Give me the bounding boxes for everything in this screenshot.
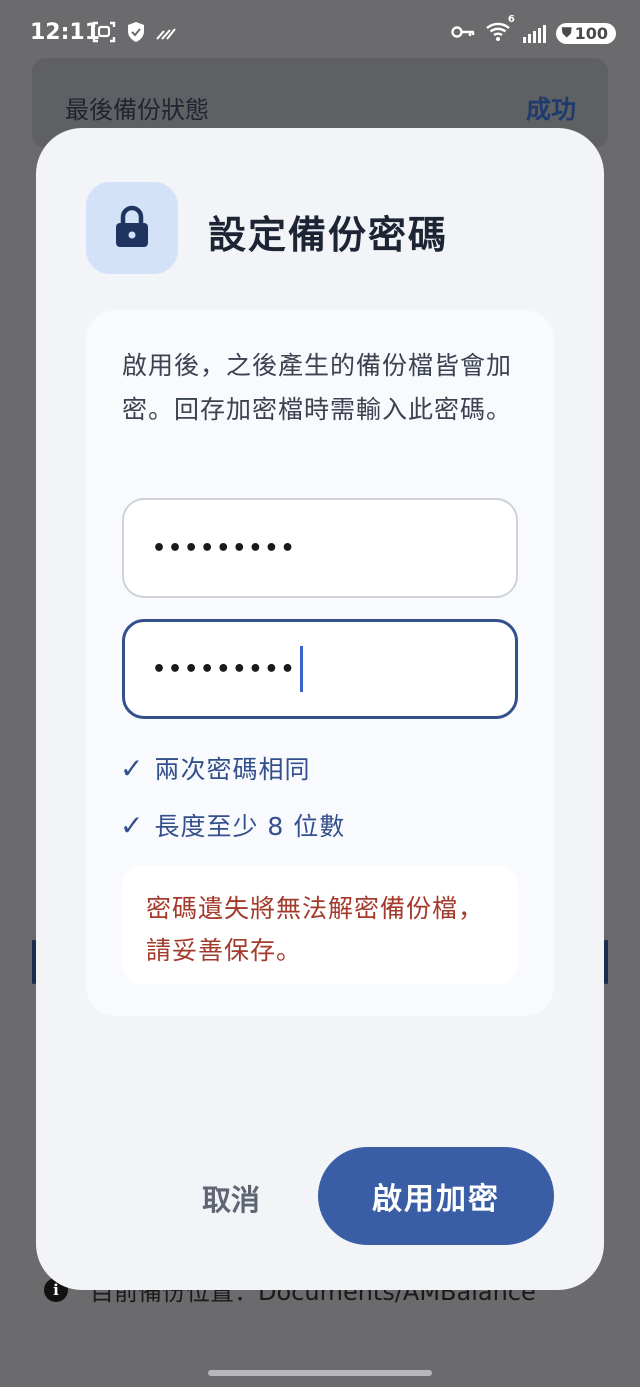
home-indicator[interactable]	[208, 1370, 432, 1376]
battery-indicator: ⛊ 100	[555, 23, 616, 44]
confirm-password-field[interactable]: •••••••••	[122, 619, 518, 719]
confirm-password-mask: •••••••••	[152, 656, 297, 682]
backup-password-dialog: 設定備份密碼 啟用後，之後產生的備份檔皆會加密。回存加密檔時需輸入此密碼。 ••…	[36, 128, 604, 1290]
lock-icon	[114, 204, 150, 252]
battery-level: 100	[574, 24, 608, 43]
check-passwords-match: ✓ 兩次密碼相同	[120, 750, 310, 786]
dialog-content-panel: 啟用後，之後產生的備份檔皆會加密。回存加密檔時需輸入此密碼。 •••••••••…	[86, 310, 554, 1016]
wifi-icon: 6	[485, 14, 515, 47]
battery-shield-icon: ⛊	[561, 26, 572, 41]
checkmark-icon: ✓	[120, 808, 145, 842]
check-min-length: ✓ 長度至少 8 位數	[120, 807, 345, 843]
enable-encryption-button[interactable]: 啟用加密	[318, 1147, 554, 1245]
password-field[interactable]: •••••••••	[122, 498, 518, 598]
check-label: 長度至少 8 位數	[154, 812, 346, 841]
check-label: 兩次密碼相同	[154, 755, 311, 784]
last-backup-value: 成功	[525, 95, 576, 124]
checkmark-icon: ✓	[120, 751, 145, 785]
cell-signal-icon	[522, 24, 546, 43]
dialog-title: 設定備份密碼	[208, 213, 449, 257]
text-caret	[299, 646, 303, 692]
cancel-button[interactable]: 取消	[176, 1158, 286, 1238]
last-backup-label: 最後備份狀態	[65, 96, 209, 124]
warning-text: 密碼遺失將無法解密備份檔，請妥善保存。	[146, 894, 485, 965]
status-time: 12:11	[30, 20, 101, 45]
vpn-shield-icon	[126, 21, 146, 48]
signal-off-icon	[156, 24, 178, 46]
password-mask: •••••••••	[152, 535, 297, 561]
lock-tile	[86, 182, 178, 274]
dialog-description: 啟用後，之後產生的備份檔皆會加密。回存加密檔時需輸入此密碼。	[122, 351, 513, 424]
key-icon	[451, 23, 475, 44]
screenshot-icon	[92, 21, 116, 48]
wifi-badge: 6	[507, 14, 515, 25]
warning-box: 密碼遺失將無法解密備份檔，請妥善保存。	[122, 866, 518, 984]
